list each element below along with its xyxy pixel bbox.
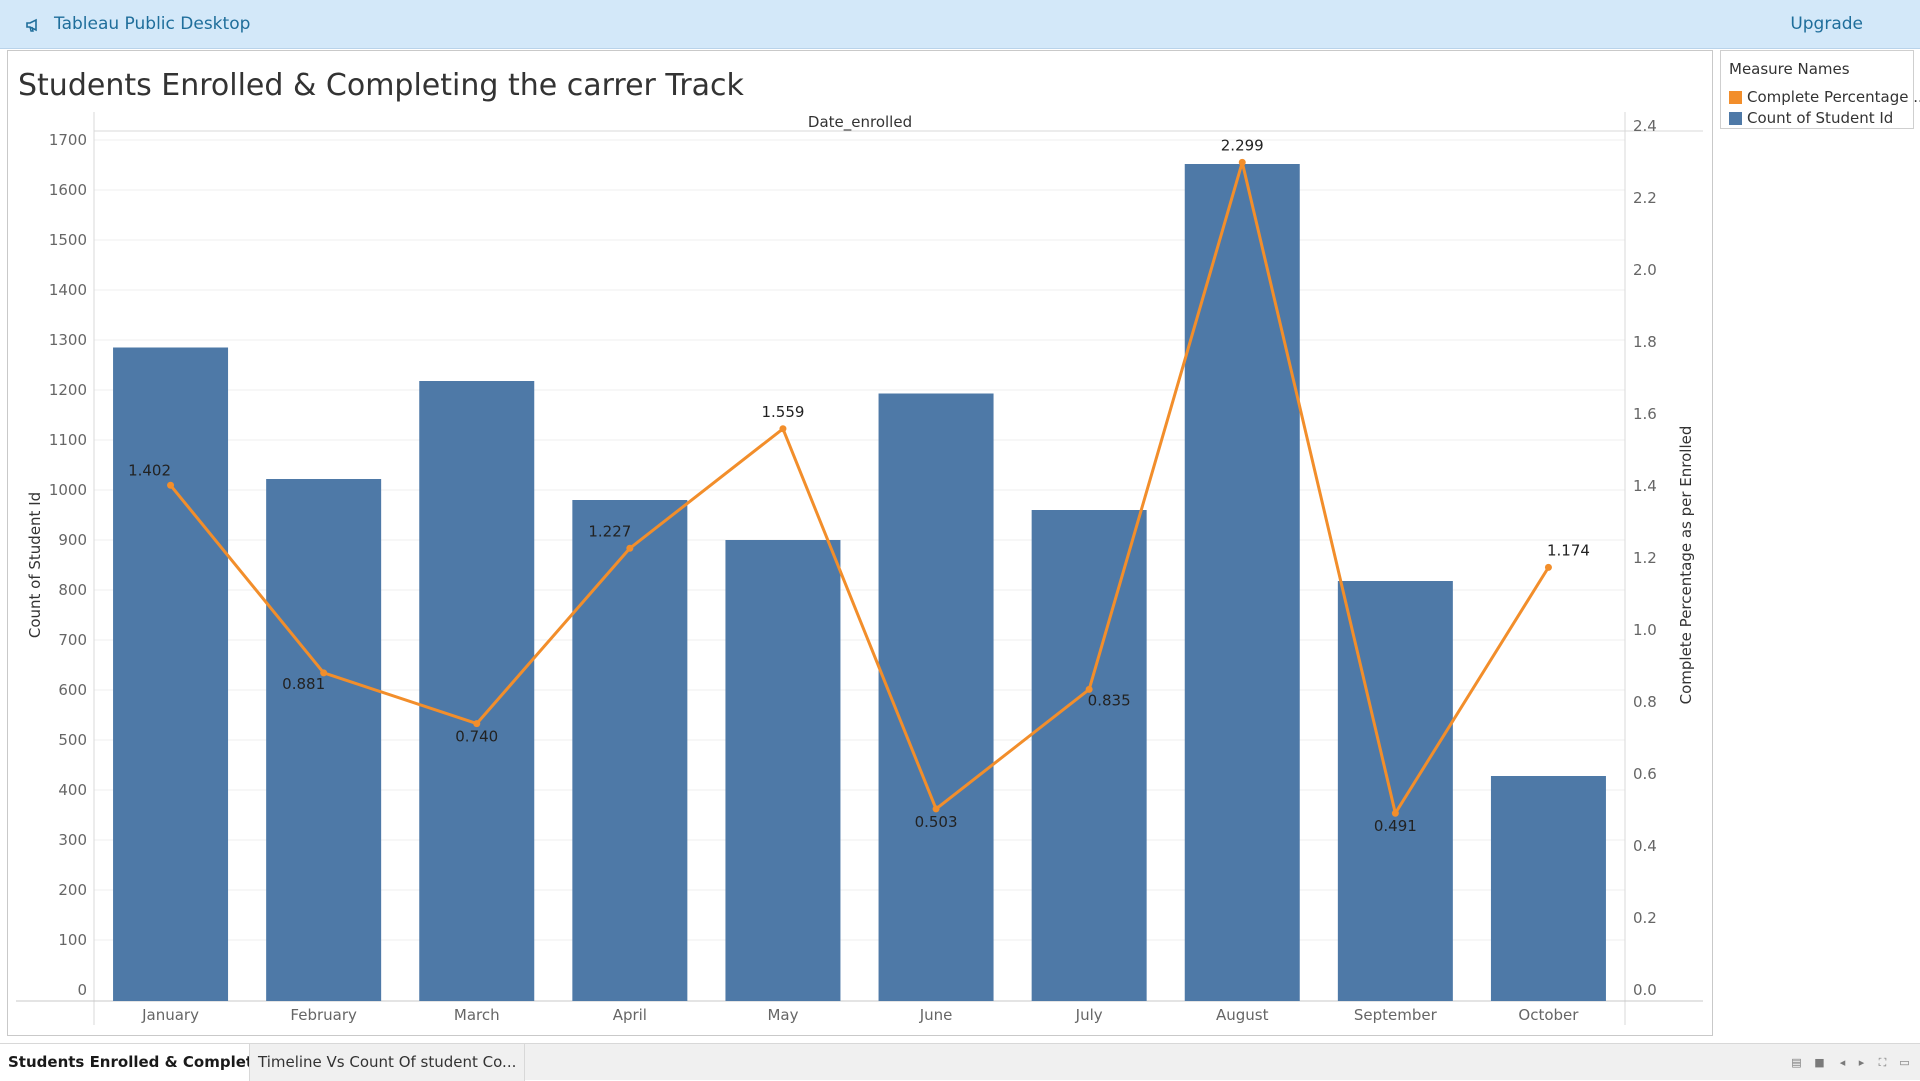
bar-october[interactable] — [1490, 776, 1606, 1001]
line-data-label: 1.402 — [128, 461, 171, 479]
legend-item-label: Complete Percentage .. — [1747, 88, 1920, 106]
sheet-tab-bar: Students Enrolled & Completin... Timelin… — [0, 1043, 1920, 1081]
y2-tick-label: 2.4 — [1633, 117, 1657, 135]
y2-tick-label: 2.0 — [1633, 261, 1657, 279]
y2-tick-label: 1.0 — [1633, 621, 1657, 639]
y-tick-label: 1000 — [49, 481, 87, 499]
legend-item-label: Count of Student Id — [1747, 109, 1894, 127]
y-tick-label: 700 — [58, 631, 87, 649]
line-point[interactable] — [167, 481, 175, 489]
y-tick-label: 100 — [58, 931, 87, 949]
y-tick-label: 1600 — [49, 181, 87, 199]
y-tick-label: 400 — [58, 781, 87, 799]
tab-view-icon[interactable]: ■ — [1813, 1057, 1826, 1069]
line-point[interactable] — [1391, 809, 1399, 817]
y2-tick-label: 0.4 — [1633, 837, 1657, 855]
presentation-icon[interactable]: ▭ — [1898, 1057, 1911, 1069]
y-tick-label: 1100 — [49, 431, 87, 449]
line-data-label: 0.491 — [1374, 817, 1417, 835]
line-point[interactable] — [932, 805, 940, 813]
combo-chart: 0 100 200 300 400 500 600 700 800 900 1000 1100 1200… — [16, 112, 1703, 1025]
line-point[interactable] — [473, 720, 481, 728]
line-data-label: 2.299 — [1221, 136, 1264, 154]
y2-tick-label: 1.6 — [1633, 405, 1657, 423]
bar-july[interactable] — [1031, 510, 1147, 1001]
x-tick-label: July — [1075, 1006, 1103, 1024]
y-tick-label: 500 — [58, 731, 87, 749]
line-data-label: 0.881 — [282, 675, 325, 693]
bar-june[interactable] — [878, 393, 994, 1002]
legend-swatch-orange — [1729, 90, 1742, 104]
line-point[interactable] — [779, 425, 787, 433]
line-point[interactable] — [626, 544, 634, 552]
bar-august[interactable] — [1184, 164, 1300, 1001]
line-data-label: 1.174 — [1547, 541, 1590, 559]
tab-timeline[interactable]: Timeline Vs Count Of student Co... — [249, 1044, 526, 1081]
next-sheet-icon[interactable]: ▸ — [1855, 1057, 1868, 1069]
legend-title: Measure Names — [1729, 60, 1850, 78]
x-tick-label: February — [290, 1006, 357, 1024]
prev-sheet-icon[interactable]: ◂ — [1836, 1057, 1849, 1069]
line-data-label: 0.835 — [1088, 691, 1131, 709]
legend-card: Measure Names Complete Percentage .. Cou… — [1720, 50, 1920, 129]
y-tick-label: 1500 — [49, 231, 87, 249]
x-tick-label: September — [1354, 1006, 1438, 1024]
bar-april[interactable] — [572, 500, 688, 1001]
legend-item-complete-percentage[interactable]: Complete Percentage .. — [1729, 88, 1920, 106]
legend-item-count-student[interactable]: Count of Student Id — [1729, 109, 1893, 127]
y-tick-label: 1400 — [49, 281, 87, 299]
x-tick-label: May — [767, 1006, 798, 1024]
line-point[interactable] — [1544, 563, 1552, 571]
y2-tick-label: 2.2 — [1633, 189, 1657, 207]
fullscreen-icon[interactable]: ⛶ — [1876, 1057, 1889, 1069]
x-tick-label: June — [919, 1006, 953, 1024]
y2-tick-label: 1.4 — [1633, 477, 1657, 495]
line-data-label: 0.740 — [455, 728, 498, 746]
y2-tick-label: 0.8 — [1633, 693, 1657, 711]
x-tick-label: March — [454, 1006, 500, 1024]
bar-january[interactable] — [113, 347, 229, 1002]
y-tick-label: 300 — [58, 831, 87, 849]
y-tick-label: 1700 — [49, 131, 87, 149]
y-tick-label: 900 — [58, 531, 87, 549]
x-tick-label: October — [1518, 1006, 1579, 1024]
bar-february[interactable] — [266, 479, 382, 1001]
y-tick-label: 600 — [58, 681, 87, 699]
line-data-label: 1.559 — [761, 403, 804, 421]
line-data-label: 0.503 — [915, 813, 958, 831]
y2-tick-label: 1.2 — [1633, 549, 1657, 567]
y-tick-label: 1200 — [49, 381, 87, 399]
x-tick-label: January — [141, 1006, 199, 1024]
filmstrip-view-icon[interactable]: ▤ — [1790, 1057, 1803, 1069]
y2-tick-label: 0.2 — [1633, 909, 1657, 927]
y-tick-label: 1300 — [49, 331, 87, 349]
column-header-label: Date_enrolled — [808, 113, 912, 132]
bar-march[interactable] — [419, 381, 535, 1001]
y2-tick-label: 1.8 — [1633, 333, 1657, 351]
y-tick-label: 200 — [58, 881, 87, 899]
upgrade-link[interactable]: Upgrade — [1790, 14, 1863, 34]
x-tick-label: April — [613, 1006, 647, 1024]
x-tick-label: August — [1216, 1006, 1269, 1024]
y2-tick-label: 0.0 — [1633, 981, 1657, 999]
line-data-label: 1.227 — [588, 522, 631, 540]
y-tick-label: 0 — [77, 981, 87, 999]
y2-axis-title: Complete Percentage as per Enrolled — [1677, 426, 1695, 705]
y2-tick-label: 0.6 — [1633, 765, 1657, 783]
y-tick-label: 800 — [58, 581, 87, 599]
bar-may[interactable] — [725, 540, 841, 1001]
legend-swatch-blue — [1729, 111, 1742, 125]
line-point[interactable] — [1238, 158, 1246, 166]
y-axis-title: Count of Student Id — [26, 492, 44, 638]
